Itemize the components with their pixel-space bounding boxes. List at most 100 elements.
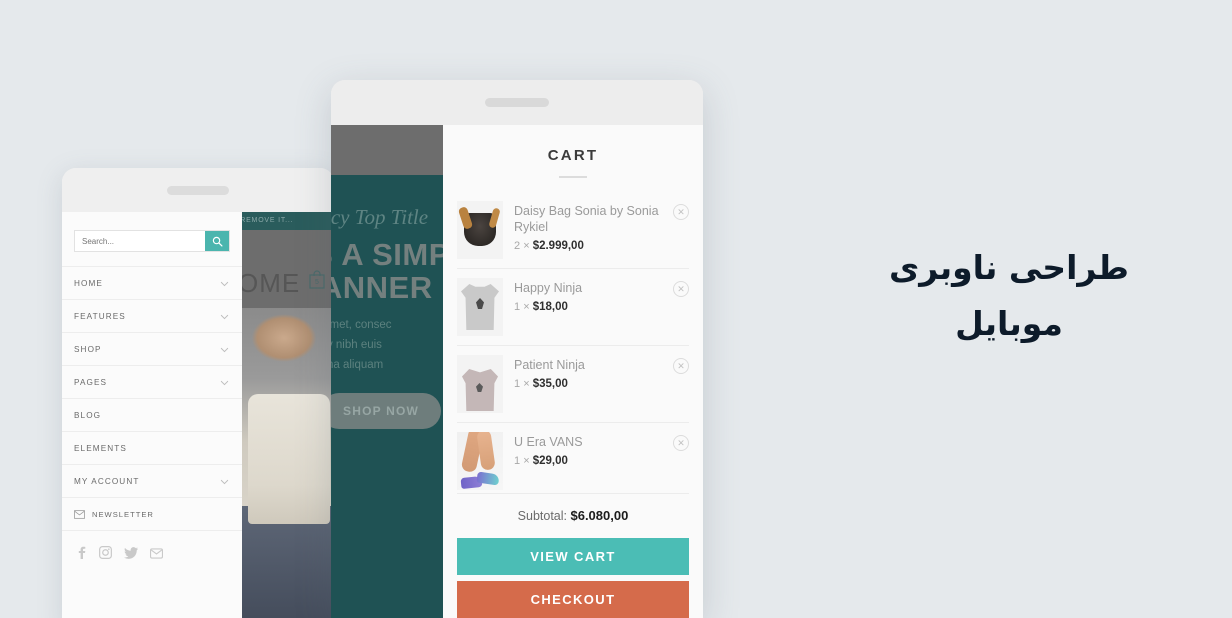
- phone-speaker: [485, 98, 549, 107]
- subtotal-value: $6.080,00: [570, 508, 629, 523]
- cart-item-name: Happy Ninja: [514, 281, 583, 295]
- cart-title-underline: [559, 176, 587, 178]
- social-links: [62, 531, 242, 579]
- cart-item-qty-price: 2 × $2.999,00: [514, 240, 689, 252]
- cart-item-info: Happy Ninja 1 × $18,00: [514, 278, 689, 313]
- sidebar-item-home[interactable]: HOME: [62, 267, 242, 300]
- cart-item-price: $35,00: [532, 378, 568, 390]
- times-symbol: ×: [523, 240, 530, 252]
- cart-item-name: Daisy Bag Sonia by Sonia Rykiel: [514, 204, 659, 234]
- cart-item-qty-price: 1 × $35,00: [514, 378, 689, 390]
- hoodie-thumb: [457, 355, 503, 413]
- banner-paragraph-line-3: e magna aliquam: [331, 359, 384, 371]
- cart-item[interactable]: Patient Ninja 1 × $35,00 ✕: [457, 346, 689, 423]
- cart-item-qty-price: 1 × $18,00: [514, 301, 689, 313]
- cart-item-name: Patient Ninja: [514, 358, 585, 372]
- remove-item-icon[interactable]: ✕: [673, 204, 689, 220]
- banner-headline-2: BANNER: [331, 270, 433, 305]
- cart-item[interactable]: U Era VANS 1 × $29,00 ✕: [457, 423, 689, 493]
- screenshot-stage: ...REMOVE IT... OME 5 Search... HOME FEA…: [0, 0, 1232, 618]
- cart-item-qty: 2: [514, 240, 521, 252]
- cart-item[interactable]: Daisy Bag Sonia by Sonia Rykiel 2 × $2.9…: [457, 192, 689, 269]
- promo-banner: Fancy Top Title IS A SIMPLE BANNER or si…: [331, 125, 443, 618]
- cart-item[interactable]: Happy Ninja 1 × $18,00 ✕: [457, 269, 689, 346]
- banner-fancy-title: Fancy Top Title: [331, 205, 429, 229]
- twitter-icon[interactable]: [124, 546, 138, 564]
- mid-phone-mockup: Fancy Top Title IS A SIMPLE BANNER or si…: [331, 80, 703, 618]
- facebook-icon[interactable]: [76, 546, 87, 564]
- chevron-down-icon: [220, 314, 229, 319]
- instagram-icon[interactable]: [99, 546, 112, 564]
- cart-item-list: Daisy Bag Sonia by Sonia Rykiel 2 × $2.9…: [443, 178, 703, 493]
- search-input[interactable]: [75, 231, 205, 251]
- sidebar-item-newsletter[interactable]: NEWSLETTER: [62, 498, 242, 531]
- remove-item-icon[interactable]: ✕: [673, 358, 689, 374]
- cart-item-qty: 1: [514, 455, 521, 467]
- sidebar-item-elements[interactable]: ELEMENTS: [62, 432, 242, 465]
- cart-drawer: CART Daisy Bag Sonia by Sonia Rykiel 2 ×…: [443, 125, 703, 618]
- remove-item-icon[interactable]: ✕: [673, 281, 689, 297]
- banner-content: Fancy Top Title IS A SIMPLE BANNER or si…: [331, 175, 443, 429]
- cart-item-qty-price: 1 × $29,00: [514, 455, 689, 467]
- chevron-down-icon: [220, 380, 229, 385]
- search-row: [62, 212, 242, 266]
- cart-item-price: $29,00: [532, 455, 568, 467]
- cart-subtotal: Subtotal: $6.080,00: [457, 493, 689, 538]
- sidebar-item-blog[interactable]: BLOG: [62, 399, 242, 432]
- email-icon[interactable]: [150, 546, 164, 564]
- caption-text: طراحی ناوبری موبایل: [844, 240, 1174, 352]
- left-site-page-title: OME: [238, 268, 301, 298]
- mid-phone-screen: Fancy Top Title IS A SIMPLE BANNER or si…: [331, 125, 703, 618]
- cart-item-info: U Era VANS 1 × $29,00: [514, 432, 689, 467]
- search-box[interactable]: [74, 230, 230, 252]
- left-mobile-menu: HOME FEATURES SHOP: [62, 212, 242, 618]
- sidebar-item-label: PAGES: [74, 377, 108, 387]
- newsletter-label: NEWSLETTER: [92, 509, 154, 519]
- times-symbol: ×: [523, 301, 530, 313]
- cart-item-name: U Era VANS: [514, 435, 583, 449]
- sidebar-item-label: MY ACCOUNT: [74, 476, 140, 486]
- sidebar-item-label: FEATURES: [74, 311, 126, 321]
- times-symbol: ×: [523, 378, 530, 390]
- shopping-bag-icon[interactable]: 5: [308, 270, 326, 290]
- caption-line-2: موبایل: [955, 304, 1063, 343]
- banner-paragraph-line-1: or sit amet, consec: [331, 319, 392, 331]
- cart-count-text: 5: [315, 279, 319, 286]
- times-symbol: ×: [523, 455, 530, 467]
- phone-bezel-top: [62, 168, 334, 212]
- subtotal-label: Subtotal:: [517, 509, 567, 523]
- sidebar-item-my-account[interactable]: MY ACCOUNT: [62, 465, 242, 498]
- sidebar-item-label: ELEMENTS: [74, 443, 127, 453]
- sidebar-item-shop[interactable]: SHOP: [62, 333, 242, 366]
- tshirt-thumb: [457, 278, 503, 336]
- sneakers-thumb: [457, 432, 503, 490]
- cart-item-qty: 1: [514, 301, 521, 313]
- view-cart-button[interactable]: VIEW CART: [457, 538, 689, 575]
- sidebar-item-label: SHOP: [74, 344, 102, 354]
- menu-nav-list: HOME FEATURES SHOP PAGES BLOG ELEMENTS M…: [62, 266, 242, 579]
- sidebar-item-features[interactable]: FEATURES: [62, 300, 242, 333]
- search-button[interactable]: [205, 231, 229, 251]
- cart-item-price: $2.999,00: [532, 240, 584, 252]
- handbag-thumb: [457, 201, 503, 259]
- left-phone-mockup: ...REMOVE IT... OME 5 Search... HOME FEA…: [62, 168, 334, 618]
- banner-headline-1: IS A SIMPLE: [331, 237, 443, 272]
- banner-paragraph-line-2: nummy nibh euis: [331, 339, 382, 351]
- banner-header-strip: [331, 125, 443, 175]
- cart-item-info: Daisy Bag Sonia by Sonia Rykiel 2 × $2.9…: [514, 201, 689, 252]
- left-site-topbar: ...REMOVE IT...: [230, 212, 334, 230]
- chevron-down-icon: [220, 479, 229, 484]
- remove-item-icon[interactable]: ✕: [673, 435, 689, 451]
- checkout-button[interactable]: CHECKOUT: [457, 581, 689, 618]
- sidebar-item-label: BLOG: [74, 410, 102, 420]
- cart-header: CART: [443, 125, 703, 178]
- envelope-icon: [74, 509, 85, 519]
- cart-item-price: $18,00: [532, 301, 568, 313]
- sidebar-item-pages[interactable]: PAGES: [62, 366, 242, 399]
- cart-title: CART: [547, 147, 599, 164]
- shop-now-button[interactable]: SHOP NOW: [331, 393, 442, 429]
- phone-speaker: [167, 185, 229, 195]
- phone-bezel-top: [331, 80, 703, 125]
- chevron-down-icon: [220, 347, 229, 352]
- cart-actions: VIEW CART CHECKOUT: [443, 538, 703, 618]
